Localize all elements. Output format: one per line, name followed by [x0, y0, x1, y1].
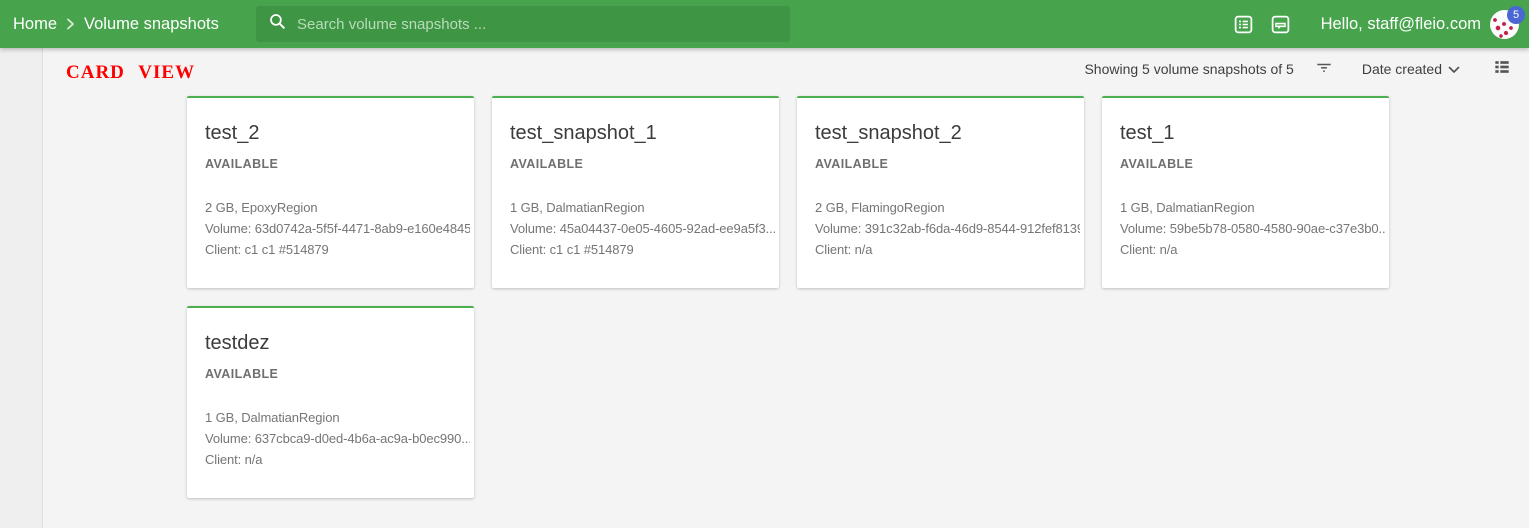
snapshot-details: 1 GB, DalmatianRegion Volume: 45a04437-0… — [510, 197, 775, 260]
snapshot-volume: Volume: 637cbca9-d0ed-4b6a-ac9a-b0ec990.… — [205, 428, 470, 449]
snapshot-title: test_snapshot_1 — [510, 122, 775, 145]
snapshot-details: 2 GB, EpoxyRegion Volume: 63d0742a-5f5f-… — [205, 197, 470, 260]
sort-dropdown-label: Date created — [1362, 61, 1442, 77]
snapshot-volume: Volume: 391c32ab-f6da-46d9-8544-912fef81… — [815, 218, 1080, 239]
view-list-icon — [1492, 57, 1512, 82]
user-greeting: Hello, staff@fleio.com — [1321, 15, 1481, 34]
snapshot-client: Client: n/a — [815, 239, 1080, 260]
snapshot-size-region: 1 GB, DalmatianRegion — [205, 407, 470, 428]
snapshot-size-region: 1 GB, DalmatianRegion — [1120, 197, 1385, 218]
snapshot-card-grid: test_2 AVAILABLE 2 GB, EpoxyRegion Volum… — [187, 96, 1397, 498]
snapshot-card[interactable]: testdez AVAILABLE 1 GB, DalmatianRegion … — [187, 306, 474, 498]
snapshot-size-region: 2 GB, EpoxyRegion — [205, 197, 470, 218]
sort-dropdown[interactable]: Date created — [1362, 61, 1460, 77]
snapshot-client: Client: c1 c1 #514879 — [510, 239, 775, 260]
search-box — [256, 6, 790, 42]
status-badge: AVAILABLE — [1120, 157, 1385, 171]
snapshot-title: test_1 — [1120, 122, 1385, 145]
snapshot-size-region: 2 GB, FlamingoRegion — [815, 197, 1080, 218]
billing-icon[interactable] — [1233, 13, 1255, 35]
list-toolbar: Showing 5 volume snapshots of 5 Date cre… — [1084, 48, 1512, 90]
snapshot-card[interactable]: test_snapshot_1 AVAILABLE 1 GB, Dalmatia… — [492, 96, 779, 288]
card-view-annotation: CARD VIEW — [66, 62, 195, 84]
snapshot-size-region: 1 GB, DalmatianRegion — [510, 197, 775, 218]
chevron-right-icon — [66, 18, 75, 30]
snapshot-card[interactable]: test_snapshot_2 AVAILABLE 2 GB, Flamingo… — [797, 96, 1084, 288]
filter-icon — [1314, 57, 1334, 82]
snapshot-client: Client: c1 c1 #514879 — [205, 239, 470, 260]
app-header: Home Volume snapshots Hello, — [0, 0, 1529, 48]
view-toggle-button[interactable] — [1492, 57, 1512, 82]
breadcrumb-current: Volume snapshots — [84, 15, 219, 34]
status-badge: AVAILABLE — [815, 157, 1080, 171]
snapshot-title: testdez — [205, 332, 470, 355]
filter-button[interactable] — [1314, 57, 1334, 82]
header-right: Hello, staff@fleio.com 5 — [1233, 0, 1519, 48]
snapshot-card[interactable]: test_2 AVAILABLE 2 GB, EpoxyRegion Volum… — [187, 96, 474, 288]
search-input[interactable] — [297, 16, 778, 33]
avatar[interactable]: 5 — [1490, 10, 1519, 39]
snapshot-volume: Volume: 59be5b78-0580-4580-90ae-c37e3b0.… — [1120, 218, 1385, 239]
snapshot-title: test_snapshot_2 — [815, 122, 1080, 145]
notification-badge: 5 — [1507, 6, 1525, 24]
showing-count-text: Showing 5 volume snapshots of 5 — [1084, 61, 1293, 77]
snapshot-details: 2 GB, FlamingoRegion Volume: 391c32ab-f6… — [815, 197, 1080, 260]
search-icon — [268, 12, 287, 36]
breadcrumb: Home Volume snapshots — [13, 0, 219, 48]
snapshot-volume: Volume: 63d0742a-5f5f-4471-8ab9-e160e484… — [205, 218, 470, 239]
breadcrumb-home-link[interactable]: Home — [13, 15, 57, 34]
snapshot-volume: Volume: 45a04437-0e05-4605-92ad-ee9a5f3.… — [510, 218, 775, 239]
status-badge: AVAILABLE — [205, 157, 470, 171]
chevron-down-icon — [1448, 61, 1460, 77]
status-badge: AVAILABLE — [205, 367, 470, 381]
snapshot-card[interactable]: test_1 AVAILABLE 1 GB, DalmatianRegion V… — [1102, 96, 1389, 288]
status-badge: AVAILABLE — [510, 157, 775, 171]
snapshot-client: Client: n/a — [1120, 239, 1385, 260]
snapshot-details: 1 GB, DalmatianRegion Volume: 59be5b78-0… — [1120, 197, 1385, 260]
messages-icon[interactable] — [1270, 13, 1292, 35]
snapshot-details: 1 GB, DalmatianRegion Volume: 637cbca9-d… — [205, 407, 470, 470]
snapshot-title: test_2 — [205, 122, 470, 145]
left-gutter — [0, 48, 43, 528]
snapshot-client: Client: n/a — [205, 449, 470, 470]
